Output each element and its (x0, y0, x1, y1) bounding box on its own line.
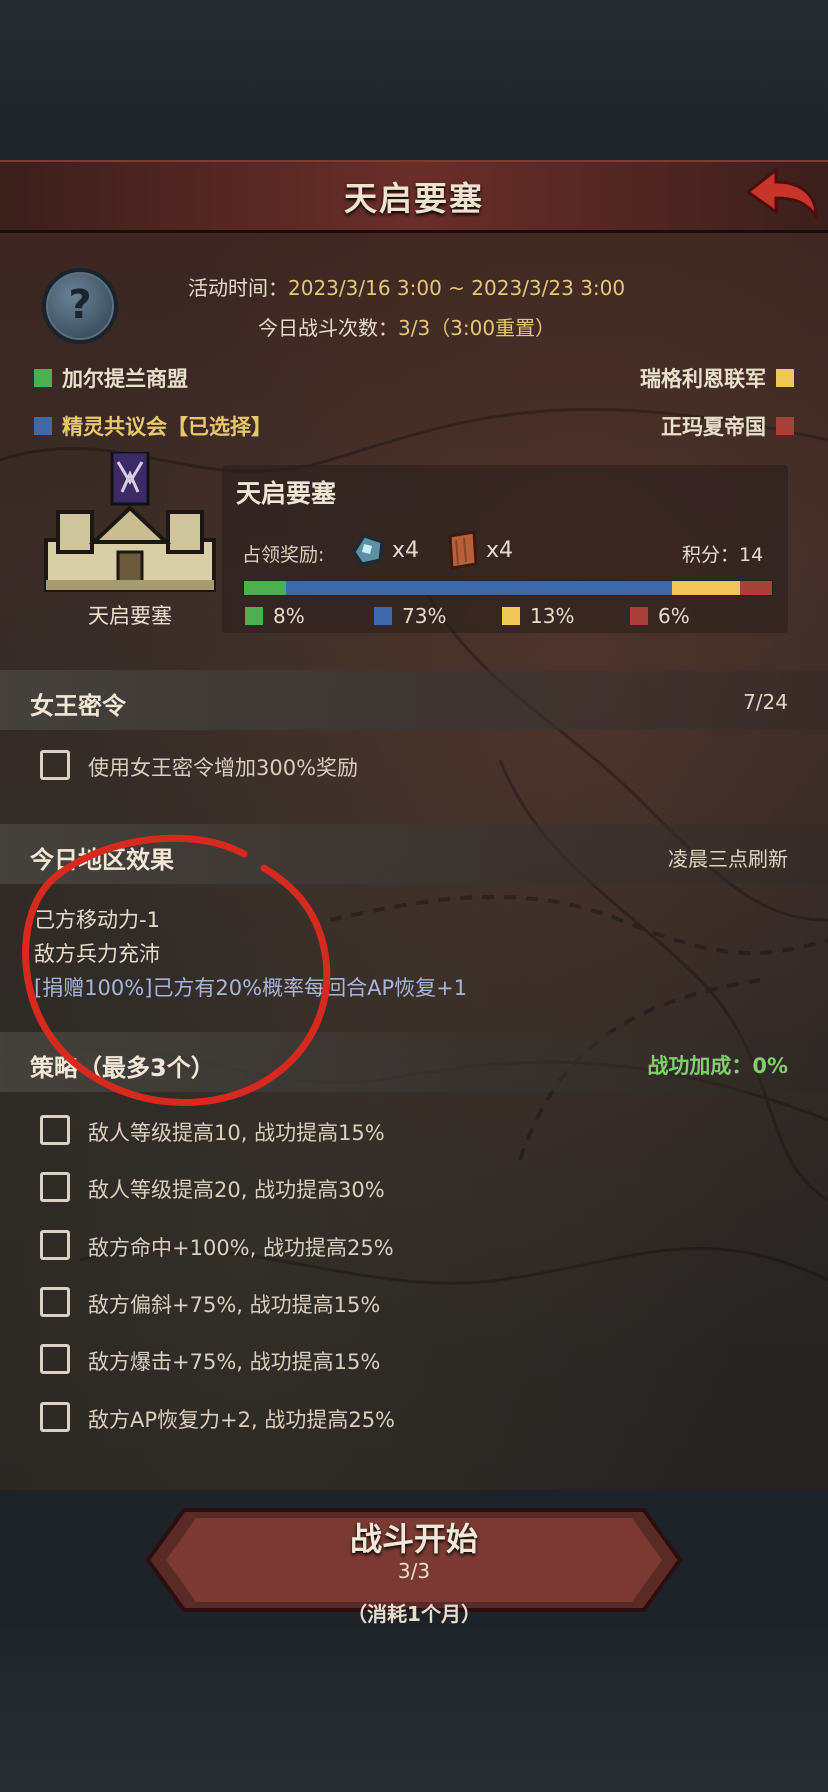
score-text: 积分：14 (682, 544, 764, 566)
share-red: 6% (630, 604, 690, 628)
share-green: 8% (245, 604, 305, 628)
crystal-ore-icon[interactable] (350, 532, 386, 568)
strategy-checkbox[interactable] (40, 1287, 70, 1317)
strategy-option[interactable]: 敌人等级提高20, 战功提高30% (88, 1174, 385, 1204)
start-battle-label[interactable]: 战斗开始 (144, 1514, 684, 1560)
back-arrow-icon[interactable] (742, 162, 820, 224)
reward2-quantity: x4 (486, 538, 514, 563)
queen-order-checkbox[interactable] (40, 750, 70, 780)
strategy-option[interactable]: 敌方AP恢复力+2, 战功提高25% (88, 1404, 395, 1434)
reward-label: 占领奖励: (242, 544, 325, 566)
strategy-checkbox[interactable] (40, 1172, 70, 1202)
activity-time: 活动时间：2023/3/16 3:00 ~ 2023/3/23 3:00 (188, 276, 626, 300)
question-mark-icon: ? (68, 282, 92, 328)
reward1-quantity: x4 (392, 538, 420, 563)
start-battle-count: 3/3 (397, 1559, 431, 1583)
faction-elf-council: 精灵共议会【已选择】 (34, 411, 272, 441)
share-color-swatch (502, 607, 520, 625)
top-status-area (0, 0, 828, 160)
fortress-icon[interactable] (40, 452, 220, 597)
help-button[interactable]: ? (42, 268, 118, 344)
share-color-swatch (374, 607, 392, 625)
battle-count: 今日战斗次数：3/3（3:00重置） (258, 316, 556, 340)
strategy-option[interactable]: 敌人等级提高10, 战功提高15% (88, 1117, 385, 1147)
region-effects-refresh: 凌晨三点刷新 (668, 847, 788, 871)
faction-color-swatch (776, 417, 794, 435)
share-blue: 73% (374, 604, 446, 628)
queen-order-count: 7/24 (743, 690, 788, 714)
share-color-swatch (245, 607, 263, 625)
share-segment-0 (244, 581, 287, 595)
wood-plank-icon[interactable] (446, 530, 480, 570)
strategy-checkbox[interactable] (40, 1344, 70, 1374)
faction-color-swatch (776, 369, 794, 387)
queen-order-title: 女王密令 (30, 692, 126, 720)
faction-garthlan: 加尔提兰商盟 (34, 363, 188, 393)
page-title: 天启要塞 (344, 179, 484, 218)
bottom-area (0, 1628, 828, 1792)
share-segment-3 (740, 581, 772, 595)
share-segment-1 (286, 581, 672, 595)
share-segment-2 (671, 581, 741, 595)
queen-order-option[interactable]: 使用女王密令增加300%奖励 (88, 752, 358, 782)
fortress-caption: 天启要塞 (88, 604, 172, 628)
occupation-progress-bar (243, 580, 773, 596)
merit-bonus: 战功加成：0% (647, 1054, 788, 1078)
faction-color-swatch (34, 417, 52, 435)
fortress-name: 天启要塞 (236, 479, 337, 508)
faction-reglian: 瑞格利恩联军 (640, 363, 794, 393)
start-battle-cost: （消耗1个月） (347, 1602, 481, 1626)
strategy-option[interactable]: 敌方偏斜+75%, 战功提高15% (88, 1289, 380, 1319)
faction-zhengmaxia: 正玛夏帝国 (661, 411, 794, 441)
strategy-checkbox[interactable] (40, 1230, 70, 1260)
hand-drawn-annotation-circle (22, 834, 331, 1107)
share-yellow: 13% (502, 604, 574, 628)
faction-color-swatch (34, 369, 52, 387)
strategy-checkbox[interactable] (40, 1402, 70, 1432)
strategy-option[interactable]: 敌方爆击+75%, 战功提高15% (88, 1346, 380, 1376)
strategy-option[interactable]: 敌方命中+100%, 战功提高25% (88, 1232, 394, 1262)
share-color-swatch (630, 607, 648, 625)
